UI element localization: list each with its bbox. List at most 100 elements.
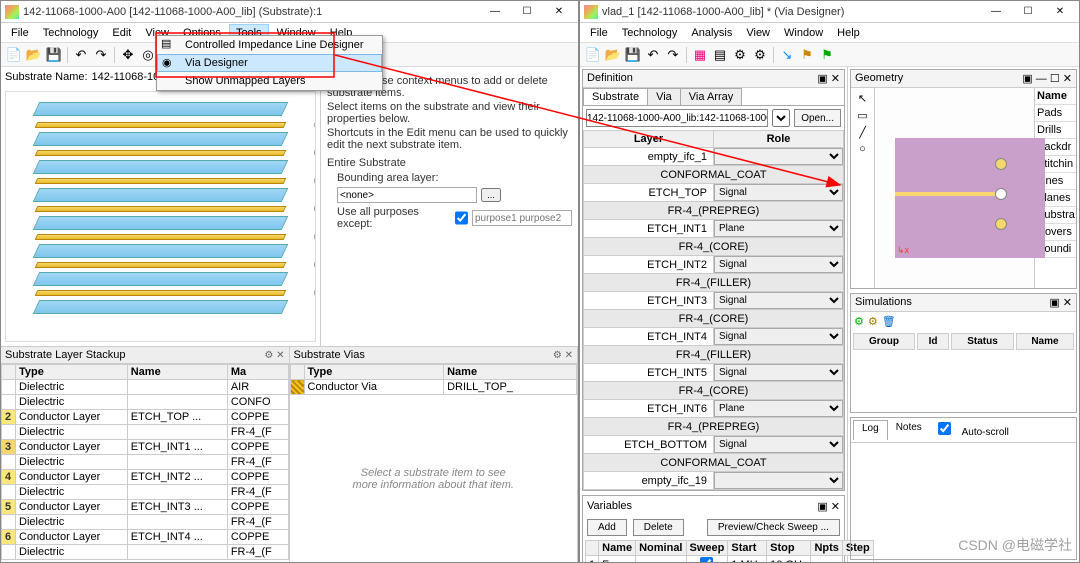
move-icon[interactable]: ✥ [119, 46, 137, 64]
table-row[interactable]: ETCH_INT6Plane [584, 400, 844, 418]
table-row[interactable]: ETCH_TOPSignal [584, 184, 844, 202]
menu-analysis[interactable]: Analysis [685, 25, 738, 41]
menu-technology[interactable]: Technology [37, 25, 105, 41]
gear-icon[interactable]: ⚙ [868, 315, 878, 328]
panel-undock-icon[interactable]: ▣ ✕ [1049, 296, 1072, 309]
table-row[interactable]: 3Conductor LayerETCH_INT1 ...COPPE [2, 440, 289, 455]
table-row[interactable]: DielectricCONFO [2, 395, 289, 410]
purposes-input[interactable] [472, 210, 572, 226]
menu-window[interactable]: Window [778, 25, 829, 41]
table-row[interactable]: FR-4_(PREPREG) [584, 202, 844, 220]
gear-icon[interactable]: ⚙ ✕ [264, 350, 284, 361]
table-row[interactable]: DielectricFR-4_(F [2, 515, 289, 530]
menu-help[interactable]: Help [831, 25, 866, 41]
bounding-browse-button[interactable]: ... [481, 188, 501, 202]
redo-icon[interactable]: ↷ [664, 46, 682, 64]
table-row[interactable]: DielectricFR-4_(F [2, 545, 289, 560]
menu-edit[interactable]: Edit [106, 25, 137, 41]
maximize-button[interactable]: ☐ [512, 3, 542, 21]
undo-icon[interactable]: ↶ [644, 46, 662, 64]
menu-view[interactable]: View [740, 25, 776, 41]
role-select[interactable]: Plane [714, 400, 843, 417]
tab-substrate[interactable]: Substrate [583, 88, 648, 105]
role-select[interactable] [714, 148, 843, 165]
table-row[interactable]: FR-4_(FILLER) [584, 346, 844, 364]
table-row[interactable]: 6Conductor LayerETCH_INT4 ...COPPE [2, 530, 289, 545]
table-row[interactable]: FR-4_(CORE) [584, 310, 844, 328]
table-row[interactable]: DielectricFR-4_(F [2, 425, 289, 440]
table-row[interactable]: 4Conductor LayerETCH_INT2 ...COPPE [2, 470, 289, 485]
minimize-button[interactable]: — [981, 3, 1011, 21]
arrow-icon[interactable]: ↘ [778, 46, 796, 64]
purposes-checkbox[interactable] [455, 210, 468, 226]
role-select[interactable]: Signal [714, 328, 843, 345]
save-icon[interactable]: 💾 [624, 46, 642, 64]
role-select[interactable]: Signal [714, 256, 843, 273]
gear-icon[interactable]: ⚙ [731, 46, 749, 64]
menu-item-unmapped-layers[interactable]: Show Unmapped Layers [157, 72, 382, 90]
new-icon[interactable]: 📄 [5, 46, 23, 64]
panel-undock-icon[interactable]: ▣ — ☐ ✕ [1022, 72, 1072, 85]
role-select[interactable]: Signal [714, 436, 843, 453]
open-icon[interactable]: 📂 [604, 46, 622, 64]
table-row[interactable]: FR-4_(CORE) [584, 238, 844, 256]
table-row[interactable]: ETCH_INT2Signal [584, 256, 844, 274]
menu-item-cil-designer[interactable]: ▤ Controlled Impedance Line Designer [157, 36, 382, 54]
table-row[interactable]: empty_ifc_1 [584, 148, 844, 166]
table-row[interactable]: FR-4_(PREPREG) [584, 418, 844, 436]
table-row[interactable]: CONFORMAL_COAT [584, 454, 844, 472]
table-row[interactable]: ETCH_INT5Signal [584, 364, 844, 382]
add-button[interactable]: Add [587, 519, 627, 536]
table-row[interactable]: DielectricFR-4_(F [2, 485, 289, 500]
target-icon[interactable]: ◎ [139, 46, 157, 64]
table-row[interactable]: empty_ifc_19 [584, 472, 844, 490]
role-select[interactable]: Signal [714, 184, 843, 201]
layer-role-table[interactable]: LayerRole empty_ifc_1CONFORMAL_COATETCH_… [583, 130, 844, 490]
panel-undock-icon[interactable]: ▣ ✕ [817, 72, 840, 85]
undo-icon[interactable]: ↶ [72, 46, 90, 64]
flag-icon[interactable]: ⚑ [798, 46, 816, 64]
play-icon[interactable]: ⚙ [854, 315, 864, 328]
table-row[interactable]: FR-4_(CORE) [584, 382, 844, 400]
panel-undock-icon[interactable]: ▣ ✕ [817, 500, 840, 513]
sweep-checkbox[interactable] [700, 557, 713, 562]
close-button[interactable]: ✕ [544, 3, 574, 21]
table-row[interactable]: 1 Freq - 1 MHz 10 GHz - - [586, 556, 874, 563]
table-row[interactable]: ETCH_INT3Signal [584, 292, 844, 310]
vias-table[interactable]: Type Name Conductor Via DRILL_TOP_ [290, 364, 578, 395]
role-select[interactable]: Signal [714, 292, 843, 309]
menu-file[interactable]: File [5, 25, 35, 41]
role-select[interactable]: Signal [714, 364, 843, 381]
rect-icon[interactable]: ▭ [857, 109, 867, 122]
flag2-icon[interactable]: ⚑ [818, 46, 836, 64]
open-icon[interactable]: 📂 [25, 46, 43, 64]
table-row[interactable]: DielectricAIR [2, 380, 289, 395]
menu-item-via-designer[interactable]: ◉ Via Designer [157, 54, 382, 72]
table-row[interactable]: ETCH_INT4Signal [584, 328, 844, 346]
save-icon[interactable]: 💾 [45, 46, 63, 64]
table-row[interactable]: 5Conductor LayerETCH_INT3 ...COPPE [2, 500, 289, 515]
substrate-3d-view[interactable]: CONFORMAL_COAT (0.3) FR-4_(CORE) (4.7) F… [5, 91, 316, 342]
stackup-table[interactable]: Type Name Ma DielectricAIRDielectricCONF… [1, 364, 289, 560]
table-row[interactable]: ETCH_BOTTOMSignal [584, 436, 844, 454]
open-button[interactable]: Open... [794, 109, 841, 127]
table-row[interactable]: FR-4_(FILLER) [584, 274, 844, 292]
table-row[interactable]: ETCH_INT1Plane [584, 220, 844, 238]
layers-icon[interactable]: ▦ [691, 46, 709, 64]
pointer-icon[interactable]: ↖ [858, 92, 867, 105]
delete-icon[interactable]: 🗑 [882, 315, 896, 328]
table-row[interactable]: CONFORMAL_COAT [584, 166, 844, 184]
role-select[interactable]: Plane [714, 220, 843, 237]
table-row[interactable]: DielectricFR-4_(F [2, 455, 289, 470]
tab-log[interactable]: Log [853, 420, 888, 440]
table-row[interactable]: 2Conductor LayerETCH_TOP ...COPPE [2, 410, 289, 425]
redo-icon[interactable]: ↷ [92, 46, 110, 64]
tab-notes[interactable]: Notes [888, 420, 930, 440]
role-select[interactable] [714, 472, 843, 489]
bounding-input[interactable] [337, 187, 477, 203]
close-button[interactable]: ✕ [1045, 3, 1075, 21]
maximize-button[interactable]: ☐ [1013, 3, 1043, 21]
geometry-canvas[interactable]: ↳x [875, 88, 1034, 288]
minimize-button[interactable]: — [480, 3, 510, 21]
line-icon[interactable]: ╱ [859, 126, 866, 139]
